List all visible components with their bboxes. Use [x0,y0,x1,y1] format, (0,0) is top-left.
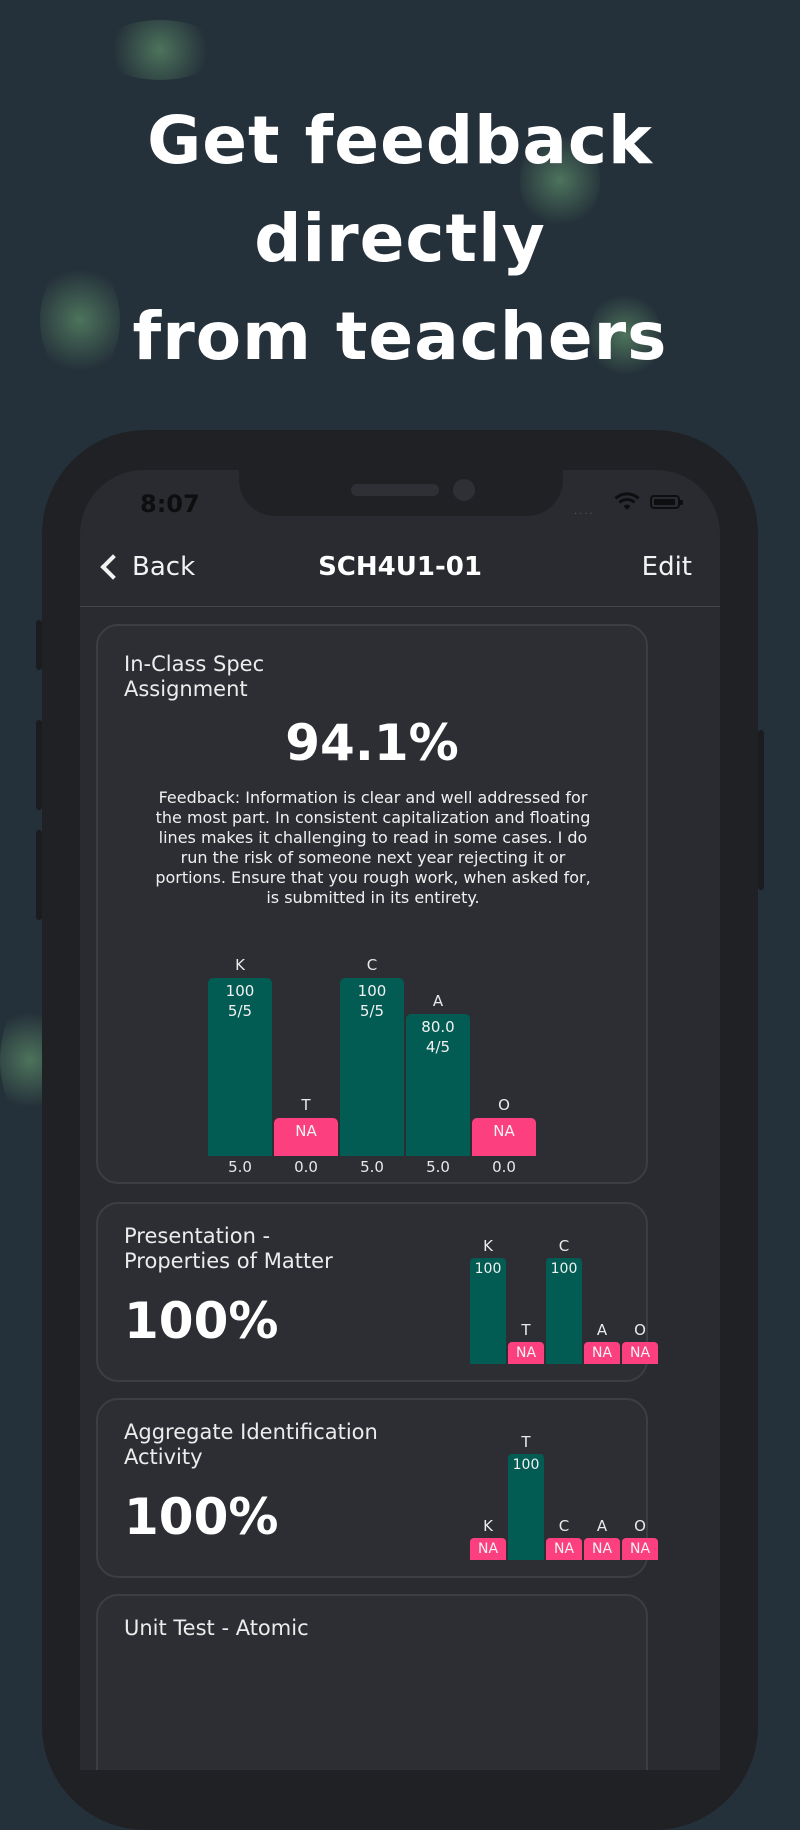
phone-side-button [36,620,42,670]
assignment-title-line: Unit Test - Atomic [124,1616,309,1640]
background-blob [100,20,220,80]
bar-value-k: 100 [225,982,255,1000]
bar-label-o: O [634,1517,646,1535]
bar-value-t: NA [515,1345,537,1361]
phone-side-button [36,830,42,920]
weight-label-c: 5.0 [360,1158,384,1176]
assignment-card[interactable]: In-Class Spec Assignment 94.1% Feedback:… [96,624,648,1184]
weight-label-a: 5.0 [426,1158,450,1176]
bar-value-t: NA [295,1122,317,1140]
signal-icon: .... [574,506,595,517]
bar-value-k: NA [477,1541,499,1557]
bar-label-c: C [366,956,378,974]
bar-label-t: T [521,1433,531,1451]
bar-value-k: 5/5 [227,1002,253,1020]
bar-value-a: 4/5 [425,1037,451,1056]
bar-value-o: NA [629,1345,651,1361]
bar-value-t: 100 [512,1457,540,1473]
weight-label-k: 5.0 [228,1158,252,1176]
bar-label-t: T [301,1096,311,1114]
bar-value-o: NA [629,1541,651,1557]
phone-side-button [758,730,764,890]
bar-value-c: 100 [357,982,387,1000]
camera [453,479,475,501]
bar-label-k: K [483,1237,493,1255]
bar-label-t: T [521,1321,531,1339]
speaker [351,484,439,496]
notch [239,470,563,516]
bar-value-c: NA [553,1541,575,1557]
assignment-card[interactable]: Unit Test - Atomic [96,1594,648,1770]
category-chart: K 100 5/5 5.0 T NA 0.0 C 100 5/5 5.0 A 80.0 4/5 5.0 O NA… [98,626,646,1182]
bar-label-c: C [558,1237,570,1255]
bar-value-a: 80.0 [421,1017,455,1036]
bar-label-a: A [596,1321,608,1339]
assignment-title: Unit Test - Atomic [124,1616,309,1641]
bar-value-a: NA [591,1541,613,1557]
status-time: 8:07 [140,490,200,518]
weight-label-t: 0.0 [294,1158,318,1176]
bar-value-o: NA [493,1122,515,1140]
bar-label-k: K [483,1517,493,1535]
assignment-card[interactable]: Presentation - Properties of Matter 100%… [96,1202,658,1382]
edit-button[interactable]: Edit [642,552,692,582]
battery-fill [654,499,675,505]
nav-bar: Back SCH4U1-01 Edit [80,530,720,607]
headline: Get feedback directly from teachers [0,92,800,386]
bar-value-k: 100 [474,1261,502,1277]
bar-value-a: NA [591,1345,613,1361]
bar-label-a: A [432,991,444,1010]
bar-label-a: A [596,1517,608,1535]
category-chart: K 100 T NA C 100 A NA O NA [98,1204,658,1380]
battery-tip [680,500,683,505]
category-chart: K NA T 100 C NA A NA O NA [98,1400,658,1576]
phone-side-button [36,720,42,810]
headline-line-2: from teachers [132,298,668,375]
wifi-icon [614,492,640,510]
headline-line-1: Get feedback directly [147,102,653,277]
bar-label-c: C [558,1517,570,1535]
bar-value-c: 5/5 [359,1002,385,1020]
bar-label-o: O [634,1321,646,1339]
phone-screen: 8:07 .... Back SCH4U1-01 Edit In-Class S… [80,470,720,1770]
nav-title: SCH4U1-01 [318,552,482,582]
weight-label-o: 0.0 [492,1158,516,1176]
bar-value-c: 100 [550,1261,578,1277]
bar-label-k: K [235,956,245,974]
assignment-card[interactable]: Aggregate Identification Activity 100% K… [96,1398,658,1578]
battery-icon [650,495,683,509]
bar-label-o: O [498,1096,510,1114]
